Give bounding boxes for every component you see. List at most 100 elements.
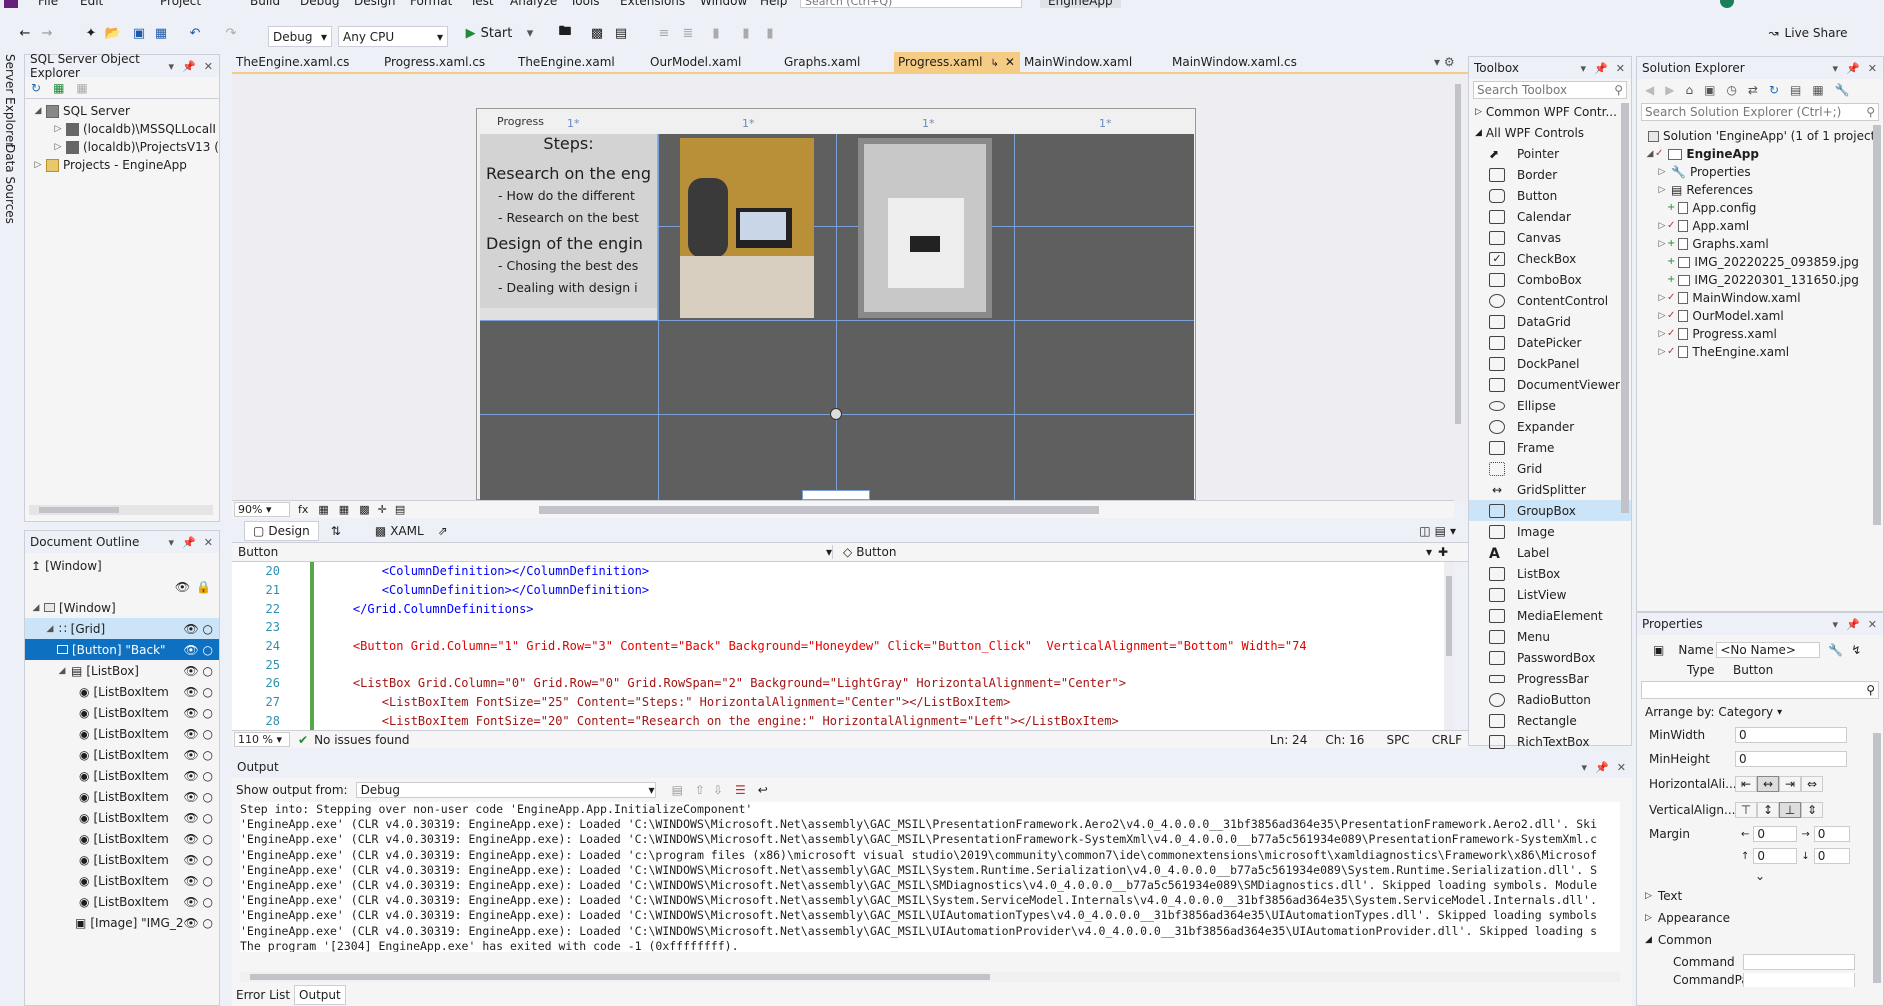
toolbox-item-calendar[interactable]: Calendar: [1469, 206, 1631, 227]
back-button-preview[interactable]: [802, 490, 870, 500]
close-icon[interactable]: ✕: [1868, 62, 1877, 75]
eye-icon[interactable]: 👁 ○: [183, 811, 219, 825]
find-message-icon[interactable]: ▤: [672, 783, 683, 797]
tree-item-localdb-mssql[interactable]: ▷ (localdb)\MSSQLLocalI: [25, 120, 219, 138]
toolbox-item-groupbox[interactable]: GroupBox: [1469, 500, 1631, 521]
output-source-select[interactable]: Debug ▾: [355, 782, 656, 798]
solution-scrollbar[interactable]: [1873, 125, 1881, 525]
dropdown-icon[interactable]: ▾: [1833, 618, 1839, 631]
pin-icon[interactable]: 📌: [1594, 62, 1608, 75]
outline-item-listbox[interactable]: ◢ ▤ [ListBox] 👁 ○: [25, 660, 219, 681]
toolbox-item-contentcontrol[interactable]: ContentControl: [1469, 290, 1631, 311]
refresh-icon[interactable]: ↻: [31, 81, 41, 95]
eye-icon[interactable]: 👁 ○: [183, 853, 219, 867]
outline-item-listboxitem[interactable]: ◉ [ListBoxItem 👁 ○: [25, 702, 219, 723]
tab-ourmodel-xaml[interactable]: OurModel.xaml: [646, 52, 745, 74]
solution-search-input[interactable]: Search Solution Explorer (Ctrl+;) ⚲: [1641, 103, 1879, 121]
align-icon[interactable]: ≡: [656, 22, 672, 44]
eye-icon[interactable]: 👁 ○: [183, 622, 219, 636]
menu-build[interactable]: Build: [250, 0, 280, 8]
split-view-icons[interactable]: ◫▤▾: [1419, 524, 1460, 538]
live-share-button[interactable]: ↝ Live Share: [1758, 22, 1858, 44]
dropdown-icon[interactable]: ▾: [169, 536, 175, 549]
popout-xaml-icon[interactable]: ⇗: [438, 524, 448, 538]
tab-graphs-xaml[interactable]: Graphs.xaml: [780, 52, 864, 74]
props-scrollbar[interactable]: [1873, 733, 1881, 983]
toolbox-group-common[interactable]: ▷ Common WPF Contr...: [1469, 101, 1631, 122]
horizontal-scrollbar[interactable]: [29, 505, 213, 515]
menu-project[interactable]: Project: [160, 0, 201, 8]
margin-left-input[interactable]: 0: [1753, 826, 1798, 842]
eye-icon[interactable]: 👁 ○: [183, 643, 219, 657]
toolbox-item-ellipse[interactable]: Ellipse: [1469, 395, 1631, 416]
tree-item-project[interactable]: ◢ ✓ EngineApp: [1637, 145, 1883, 163]
dropdown-icon[interactable]: ▾: [1582, 761, 1588, 774]
menu-test[interactable]: Test: [470, 0, 494, 8]
tab-output[interactable]: Output: [294, 985, 346, 1005]
tab-error-list[interactable]: Error List: [232, 986, 294, 1004]
tree-item-ourmodel-xaml[interactable]: ▷ ✓ OurModel.xaml: [1637, 307, 1883, 325]
toolbox-item-progressbar[interactable]: ProgressBar: [1469, 668, 1631, 689]
listbox-scrollbar[interactable]: [480, 308, 657, 320]
toolbox-item-menu[interactable]: Menu: [1469, 626, 1631, 647]
wrench-icon[interactable]: 🔧: [1835, 83, 1850, 97]
close-icon[interactable]: ✕: [1005, 55, 1015, 69]
listbox-preview[interactable]: Steps: Research on the eng - How do the …: [480, 134, 658, 320]
show-all-files-icon[interactable]: ▦: [1812, 83, 1823, 97]
pin-icon[interactable]: 📌: [1595, 761, 1609, 774]
toolbox-item-listbox[interactable]: ListBox: [1469, 563, 1631, 584]
outline-item-window[interactable]: ◢ [Window]: [25, 597, 219, 618]
prev-message-icon[interactable]: ⇧: [695, 783, 705, 797]
align-center-icon[interactable]: ↔: [1757, 776, 1779, 792]
data-sources-tab[interactable]: Data Sources: [3, 144, 17, 224]
platform-select[interactable]: Any CPU ▾: [338, 26, 448, 47]
outline-item-grid[interactable]: ◢ ∷ [Grid] 👁 ○: [25, 618, 219, 639]
minheight-input[interactable]: 0: [1735, 751, 1847, 767]
close-icon[interactable]: ✕: [1868, 618, 1877, 631]
snap-lines-icon[interactable]: ✛: [378, 503, 387, 516]
toolbox-item-radiobutton[interactable]: RadioButton: [1469, 689, 1631, 710]
align-right-icon[interactable]: ⇥: [1779, 776, 1801, 792]
valign-stretch-icon[interactable]: ⇕: [1801, 802, 1823, 818]
margin-bottom-input[interactable]: 0: [1813, 848, 1850, 864]
pin-icon[interactable]: 📌: [1846, 62, 1860, 75]
margin-top-input[interactable]: 0: [1753, 848, 1798, 864]
code-zoom-select[interactable]: 110 % ▾: [234, 732, 290, 747]
outline-item-listboxitem[interactable]: ◉ [ListBoxItem 👁 ○: [25, 786, 219, 807]
menu-extensions[interactable]: Extensions: [620, 0, 685, 8]
tree-item-progress-xaml[interactable]: ▷ ✓ Progress.xaml: [1637, 325, 1883, 343]
close-icon[interactable]: ✕: [204, 536, 213, 549]
align-stretch-icon[interactable]: ⇔: [1801, 776, 1823, 792]
outline-item-listboxitem[interactable]: ◉ [ListBoxItem 👁 ○: [25, 891, 219, 912]
grid-toggle-icon[interactable]: ▦: [318, 503, 328, 516]
tab-mainwindow-xaml-cs[interactable]: MainWindow.xaml.cs: [1168, 52, 1301, 74]
refresh-icon[interactable]: ↻: [1769, 83, 1779, 97]
outline-item-listboxitem[interactable]: ◉ [ListBoxItem 👁 ○: [25, 807, 219, 828]
tab-overflow-icon[interactable]: ▾ ⚙: [1430, 52, 1459, 74]
save-all-icon[interactable]: ▦: [152, 22, 170, 44]
menu-debug[interactable]: Debug: [300, 0, 339, 8]
wrench-icon[interactable]: 🔧: [1828, 643, 1843, 657]
toolbox-item-listview[interactable]: ListView: [1469, 584, 1631, 605]
outline-item-listboxitem[interactable]: ◉ [ListBoxItem 👁 ○: [25, 681, 219, 702]
annotations-icon[interactable]: ▤: [395, 503, 405, 516]
server-explorer-tab[interactable]: Server Explorer: [3, 54, 17, 147]
code-editor[interactable]: 20 <ColumnDefinition></ColumnDefinition>…: [232, 562, 1452, 730]
toolbox-item-expander[interactable]: Expander: [1469, 416, 1631, 437]
toolbox-item-passwordbox[interactable]: PasswordBox: [1469, 647, 1631, 668]
next-message-icon[interactable]: ⇩: [713, 783, 723, 797]
outline-window-root[interactable]: ↥ [Window]: [25, 555, 219, 576]
tree-item-sql-server[interactable]: ◢ SQL Server: [25, 102, 219, 120]
valign-bottom-icon[interactable]: ⊥: [1779, 802, 1801, 818]
tab-progress-xaml-cs[interactable]: Progress.xaml.cs: [380, 52, 489, 74]
outline-item-listboxitem[interactable]: ◉ [ListBoxItem 👁 ○: [25, 849, 219, 870]
eye-icon[interactable]: 👁 ○: [183, 895, 219, 909]
eye-icon[interactable]: 👁 ○: [183, 916, 219, 930]
bookmark-prev-icon[interactable]: ▮: [738, 22, 754, 44]
dropdown-icon[interactable]: ▾: [169, 60, 175, 73]
tab-theengine-xaml-cs[interactable]: TheEngine.xaml.cs: [232, 52, 353, 74]
nav-left-select[interactable]: Button ▾: [232, 545, 832, 559]
designer-vscrollbar[interactable]: [1452, 74, 1464, 500]
forward-icon[interactable]: ▶: [1665, 83, 1674, 97]
pin-icon[interactable]: 📌: [182, 536, 196, 549]
